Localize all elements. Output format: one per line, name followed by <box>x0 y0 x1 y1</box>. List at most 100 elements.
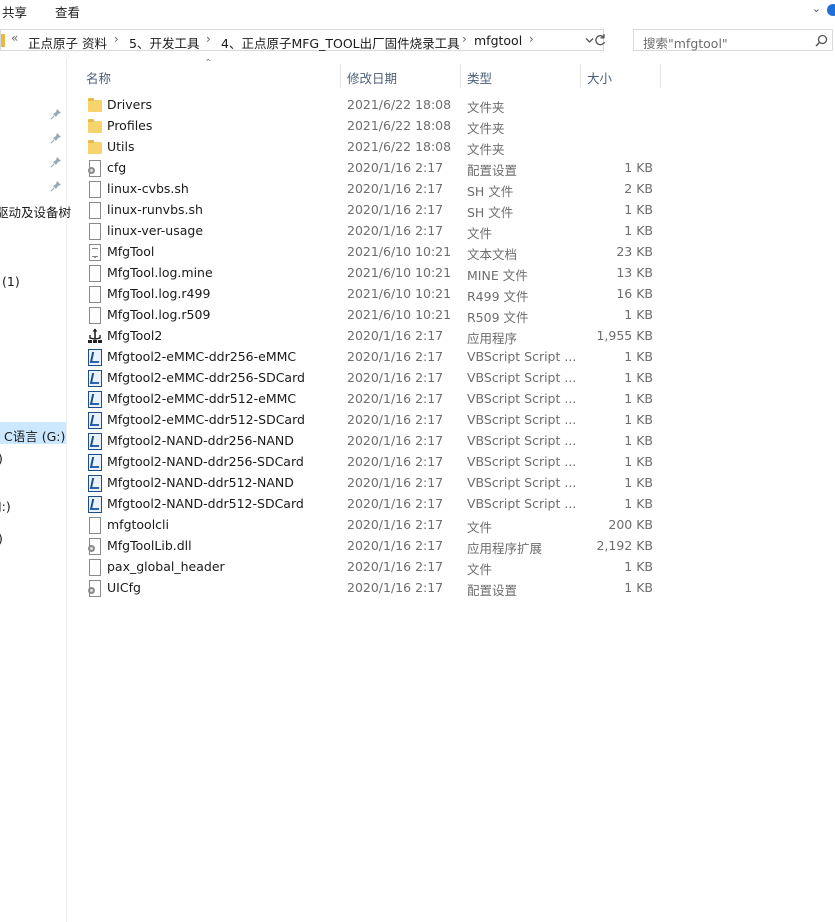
file-row[interactable]: MfgToolLib.dll 2020/1/16 2:17 应用程序扩展 2,192 … <box>80 536 660 557</box>
nav-item[interactable]: J:) <box>0 499 11 514</box>
vbscript-icon <box>87 454 103 471</box>
file-row[interactable]: MfgTool.log.r499 2021/6/10 10:21 R499 文件 16… <box>80 284 660 305</box>
file-size: 2,192 KB <box>596 538 653 553</box>
file-size: 1 KB <box>624 223 653 238</box>
file-row[interactable]: Mfgtool2-eMMC-ddr256-eMMC 2020/1/16 2:17 V… <box>80 347 660 368</box>
column-divider[interactable] <box>660 64 661 88</box>
file-modified-date: 2020/1/16 2:17 <box>347 328 444 343</box>
file-icon <box>87 202 103 219</box>
file-size: 1 KB <box>624 433 653 448</box>
vbscript-icon <box>87 412 103 429</box>
ribbon-tab-share[interactable]: 共享 <box>2 2 27 21</box>
address-dropdown-icon[interactable] <box>585 36 594 45</box>
file-size: 1 KB <box>624 391 653 406</box>
file-size: 1 KB <box>624 349 653 364</box>
ribbon-expand-chevron-icon[interactable]: ⌄ <box>812 2 821 15</box>
column-divider[interactable] <box>460 64 461 88</box>
pin-icon[interactable] <box>50 180 62 192</box>
column-divider[interactable] <box>340 64 341 88</box>
folder-icon <box>1 34 5 47</box>
file-row[interactable]: mfgtoolcli 2020/1/16 2:17 文件 200 KB <box>80 515 660 536</box>
file-type: MINE 文件 <box>467 268 528 283</box>
breadcrumb-separator-icon[interactable]: › <box>462 32 467 46</box>
pin-icon[interactable] <box>50 156 62 168</box>
vbscript-icon <box>87 433 103 450</box>
file-name: linux-cvbs.sh <box>107 181 189 196</box>
breadcrumb-item[interactable]: 4、正点原子MFG_TOOL出厂固件烧录工具 <box>221 33 460 52</box>
file-row[interactable]: linux-cvbs.sh 2020/1/16 2:17 SH 文件 2 KB <box>80 179 660 200</box>
pin-icon[interactable] <box>50 108 62 120</box>
file-row[interactable]: cfg 2020/1/16 2:17 配置设置 1 KB <box>80 158 660 179</box>
vbscript-icon <box>87 496 103 513</box>
file-size: 200 KB <box>608 517 653 532</box>
file-name: UICfg <box>107 580 141 595</box>
file-type: VBScript Script ... <box>467 475 577 490</box>
breadcrumb-item[interactable]: 5、开发工具 <box>129 33 199 52</box>
file-size: 1 KB <box>624 307 653 322</box>
column-header-size[interactable]: 大小 <box>587 68 612 87</box>
breadcrumb-item[interactable]: 正点原子 资料 <box>28 33 107 52</box>
file-row[interactable]: Mfgtool2-NAND-ddr512-NAND 2020/1/16 2:17 V… <box>80 473 660 494</box>
column-header-date[interactable]: 修改日期 <box>347 68 397 87</box>
file-name: Profiles <box>107 118 153 133</box>
pin-icon[interactable] <box>50 132 62 144</box>
breadcrumb-separator-icon[interactable]: › <box>114 32 119 46</box>
breadcrumb-overflow-icon[interactable]: « <box>11 31 18 45</box>
file-icon <box>87 265 103 282</box>
file-row[interactable]: Mfgtool2-eMMC-ddr512-eMMC 2020/1/16 2:17 V… <box>80 389 660 410</box>
file-modified-date: 2020/1/16 2:17 <box>347 433 444 448</box>
breadcrumb-item-current[interactable]: mfgtool <box>474 33 522 48</box>
file-size: 1 KB <box>624 496 653 511</box>
nav-item-quick-access[interactable]: 驱动及设备树 <box>0 202 71 221</box>
file-modified-date: 2021/6/10 10:21 <box>347 265 452 280</box>
file-row[interactable]: Mfgtool2-eMMC-ddr256-SDCard 2020/1/16 2:1… <box>80 368 660 389</box>
file-row[interactable]: MfgTool2 2020/1/16 2:17 应用程序 1,955 KB <box>80 326 660 347</box>
file-size: 1 KB <box>624 580 653 595</box>
file-type: 文件 <box>467 520 493 535</box>
nav-item[interactable]: ) <box>0 451 3 466</box>
column-header-type[interactable]: 类型 <box>467 68 492 87</box>
file-row[interactable]: linux-runvbs.sh 2020/1/16 2:17 SH 文件 1 KB <box>80 200 660 221</box>
file-row[interactable]: Utils 2021/6/22 18:08 文件夹 <box>80 137 660 158</box>
column-divider[interactable] <box>580 64 581 88</box>
file-row[interactable]: Profiles 2021/6/22 18:08 文件夹 <box>80 116 660 137</box>
file-name: MfgTool.log.r499 <box>107 286 211 301</box>
file-size: 1,955 KB <box>596 328 653 343</box>
file-row[interactable]: Mfgtool2-NAND-ddr256-SDCard 2020/1/16 2:1… <box>80 452 660 473</box>
file-type: VBScript Script ... <box>467 370 577 385</box>
refresh-icon[interactable] <box>594 33 607 47</box>
file-modified-date: 2020/1/16 2:17 <box>347 412 444 427</box>
address-bar[interactable]: « 正点原子 资料 › 5、开发工具 › 4、正点原子MFG_TOOL出厂固件烧… <box>0 29 607 52</box>
pane-divider[interactable] <box>66 58 67 922</box>
file-row[interactable]: linux-ver-usage 2020/1/16 2:17 文件 1 KB <box>80 221 660 242</box>
file-row[interactable]: Mfgtool2-eMMC-ddr512-SDCard 2020/1/16 2:1… <box>80 410 660 431</box>
search-icon[interactable] <box>815 34 828 47</box>
file-type: VBScript Script ... <box>467 391 577 406</box>
nav-item[interactable]: ) <box>0 531 3 546</box>
file-name: MfgTool.log.mine <box>107 265 213 280</box>
file-name: MfgToolLib.dll <box>107 538 192 553</box>
file-type: 文件夹 <box>467 142 505 157</box>
file-row[interactable]: MfgTool 2021/6/10 10:21 文本文档 23 KB <box>80 242 660 263</box>
help-icon[interactable] <box>827 4 835 16</box>
breadcrumb-separator-icon[interactable]: › <box>529 32 534 46</box>
file-modified-date: 2020/1/16 2:17 <box>347 559 444 574</box>
folder-icon <box>87 139 103 155</box>
file-modified-date: 2020/1/16 2:17 <box>347 538 444 553</box>
file-row[interactable]: Mfgtool2-NAND-ddr256-NAND 2020/1/16 2:17 V… <box>80 431 660 452</box>
breadcrumb-separator-icon[interactable]: › <box>206 32 211 46</box>
file-modified-date: 2020/1/16 2:17 <box>347 580 444 595</box>
search-box[interactable]: 搜索"mfgtool" <box>633 29 833 51</box>
file-type: 文件夹 <box>467 100 505 115</box>
file-icon <box>87 181 103 198</box>
search-input[interactable]: 搜索"mfgtool" <box>643 33 728 52</box>
column-header-name[interactable]: 名称 <box>86 68 111 87</box>
file-row[interactable]: MfgTool.log.mine 2021/6/10 10:21 MINE 文件 13… <box>80 263 660 284</box>
file-row[interactable]: Mfgtool2-NAND-ddr512-SDCard 2020/1/16 2:1… <box>80 494 660 515</box>
file-row[interactable]: pax_global_header 2020/1/16 2:17 文件 1 KB <box>80 557 660 578</box>
file-row[interactable]: MfgTool.log.r509 2021/6/10 10:21 R509 文件 1 … <box>80 305 660 326</box>
nav-item[interactable]: (1) <box>2 274 20 289</box>
file-row[interactable]: UICfg 2020/1/16 2:17 配置设置 1 KB <box>80 578 660 599</box>
file-row[interactable]: Drivers 2021/6/22 18:08 文件夹 <box>80 95 660 116</box>
ribbon-tab-view[interactable]: 查看 <box>55 2 80 21</box>
